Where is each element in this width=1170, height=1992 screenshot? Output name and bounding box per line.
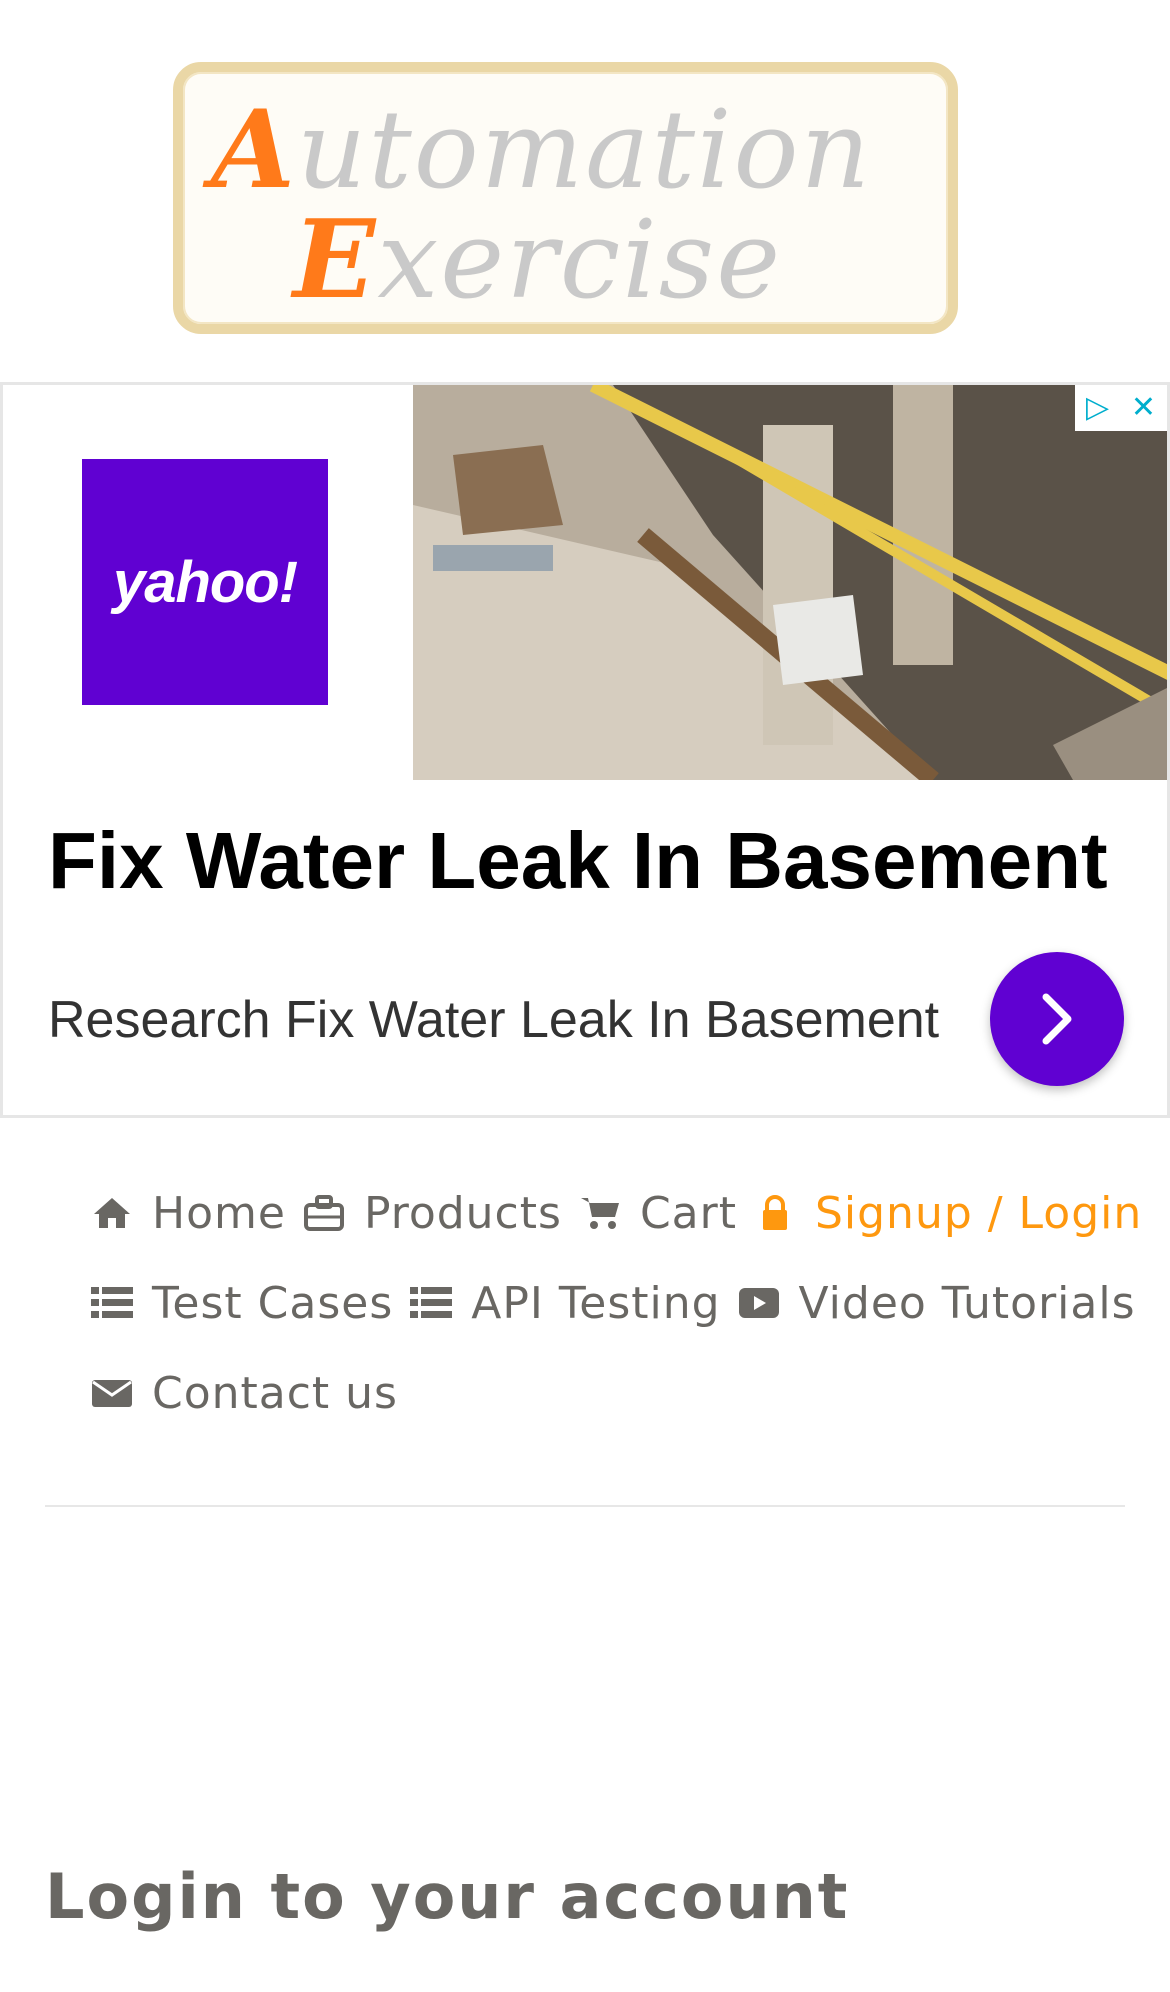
adchoices-icon[interactable]: ▷ — [1086, 385, 1109, 431]
list-icon — [407, 1279, 455, 1327]
advertisement-banner[interactable]: yahoo! ▷ ✕ Fix Water Leak In Basement Re… — [0, 382, 1170, 1118]
nav-item-cart[interactable]: Cart — [576, 1188, 737, 1239]
products-icon — [300, 1189, 348, 1237]
nav-item-label: Signup / Login — [814, 1187, 1143, 1239]
cart-icon — [576, 1189, 624, 1237]
list-icon — [88, 1279, 136, 1327]
nav-item-contact-us[interactable]: Contact us — [88, 1368, 398, 1419]
nav-item-video-tutorials[interactable]: Video Tutorials — [735, 1278, 1136, 1329]
site-logo[interactable]: Automation Exercise — [173, 62, 958, 334]
ad-brand-area: yahoo! — [3, 385, 413, 780]
ad-choices-controls[interactable]: ▷ ✕ — [1075, 385, 1167, 431]
chevron-right-icon — [1042, 993, 1072, 1045]
ad-photo — [413, 385, 1167, 780]
nav-item-label: Video Tutorials — [798, 1277, 1136, 1329]
ad-headline[interactable]: Fix Water Leak In Basement — [48, 815, 1108, 907]
youtube-play-icon — [735, 1279, 783, 1327]
nav-item-label: API Testing — [471, 1277, 721, 1329]
yahoo-logo: yahoo! — [82, 459, 328, 705]
nav-item-api-testing[interactable]: API Testing — [407, 1278, 720, 1329]
lock-icon — [751, 1189, 799, 1237]
nav-item-label: Contact us — [152, 1367, 398, 1419]
nav-item-home[interactable]: Home — [88, 1188, 286, 1239]
close-icon[interactable]: ✕ — [1131, 385, 1156, 431]
nav-item-label: Test Cases — [152, 1277, 394, 1329]
login-form-title: Login to your account — [45, 1860, 850, 1933]
main-navigation: Home Products Cart Signup / Login Test C… — [88, 1168, 1141, 1438]
nav-row-2: Test Cases API Testing Video Tutorials — [88, 1258, 1135, 1348]
nav-item-label: Cart — [639, 1187, 737, 1239]
home-icon — [88, 1189, 136, 1237]
envelope-icon — [88, 1369, 136, 1417]
header-divider — [45, 1505, 1125, 1507]
nav-item-signup-login[interactable]: Signup / Login — [751, 1188, 1142, 1239]
ad-next-button[interactable] — [990, 952, 1124, 1086]
logo-line-2: Exercise — [293, 197, 783, 323]
nav-row-1: Home Products Cart Signup / Login — [88, 1168, 1141, 1258]
nav-row-3: Contact us — [88, 1348, 1088, 1438]
nav-item-label: Home — [152, 1187, 286, 1239]
nav-item-label: Products — [363, 1187, 562, 1239]
nav-item-test-cases[interactable]: Test Cases — [88, 1278, 393, 1329]
logo-line-1: Automation — [211, 87, 873, 213]
nav-item-products[interactable]: Products — [300, 1188, 562, 1239]
ad-description[interactable]: Research Fix Water Leak In Basement — [48, 990, 939, 1050]
